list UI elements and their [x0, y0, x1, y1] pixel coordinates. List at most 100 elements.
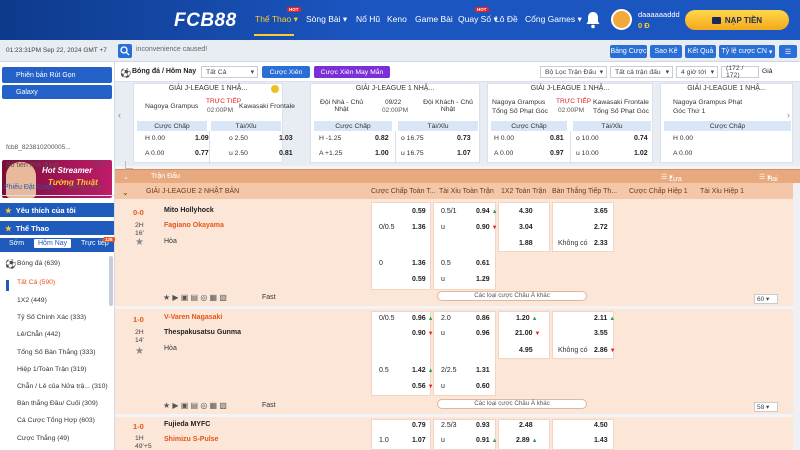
- odds-cell[interactable]: 1.36: [412, 260, 426, 267]
- results-button[interactable]: Kết Quả: [685, 45, 716, 58]
- menu-icon[interactable]: ☰: [779, 45, 797, 58]
- lucky-parlay-button[interactable]: Cược Xiên May Mắn: [314, 66, 390, 78]
- odds-cell[interactable]: 3.04: [519, 224, 533, 231]
- odds-cell[interactable]: 2.72: [594, 224, 608, 231]
- collapse-corner-icon[interactable]: [125, 161, 133, 169]
- star-icon[interactable]: ★: [135, 237, 144, 248]
- odds-cell[interactable]: 0.94 ▲: [476, 208, 498, 215]
- nav-card-games[interactable]: Game Bài: [415, 14, 453, 24]
- odds-cell[interactable]: 0.96: [476, 330, 490, 337]
- search-button[interactable]: [118, 44, 132, 58]
- more-markets-button[interactable]: Các loại cược Châu Á khác: [437, 291, 587, 301]
- main-scrollbar[interactable]: [793, 183, 800, 450]
- odds-cell[interactable]: 0.91 ▲: [476, 437, 498, 444]
- odds-cell[interactable]: 21.00 ▼: [515, 330, 540, 337]
- odds-type-select[interactable]: Tỷ lệ cược CN ▾: [719, 45, 775, 58]
- odds-cell[interactable]: 0.93: [476, 422, 490, 429]
- featured-card[interactable]: GIẢI J-LEAGUE 1 NHẬ... Nagoya Grampus Tổ…: [487, 83, 653, 164]
- nav-casino[interactable]: Sòng Bài ▾: [306, 14, 347, 25]
- odds-cell[interactable]: 1.31: [476, 367, 490, 374]
- menu-item-1x2[interactable]: 1X2 (449): [17, 297, 47, 304]
- time-select[interactable]: 4 giờ tới ▾: [676, 66, 718, 78]
- menu-item-outright[interactable]: Cược Thắng (49): [17, 435, 69, 442]
- featured-card[interactable]: GIẢI J-LEAGUE 1 NHẬ... Đội Nhà - Chủ Nhậ…: [310, 83, 480, 164]
- featured-card[interactable]: GIẢI J-LEAGUE 1 NHẬ... Nagoya Grampus Ph…: [660, 83, 793, 163]
- sports-header[interactable]: ★ Thể Thao: [0, 221, 114, 235]
- nav-game-portal[interactable]: Cổng Games ▾: [525, 14, 582, 25]
- menu-item-soccer[interactable]: Bóng đá (639): [17, 260, 60, 267]
- odds-cell[interactable]: 2.11 ▲: [594, 315, 615, 322]
- odds-cell[interactable]: 2.89 ▲: [516, 437, 538, 444]
- nav-lo-de[interactable]: Lô Đề: [495, 14, 518, 24]
- streaming-icon[interactable]: [271, 85, 279, 93]
- menu-item-ht-ft[interactable]: Hiệp 1/Toàn Trận (319): [17, 366, 87, 373]
- odds-cell[interactable]: 0.90 ▼: [412, 330, 434, 337]
- league-filter-select[interactable]: Bộ Lọc Trận Đấu ▾: [540, 66, 607, 78]
- odds-cell[interactable]: 0.61: [476, 260, 490, 267]
- sort-select[interactable]: ☰ Lựa chọn bình thường ▾: [661, 173, 692, 204]
- odds-cell[interactable]: 0.90 ▼: [476, 224, 498, 231]
- nav-lottery[interactable]: Quay Số ▾: [458, 14, 498, 25]
- bet-list-button[interactable]: Bảng Cược: [610, 45, 647, 58]
- tab-bet-slip[interactable]: Phiếu Đặt Cược: [4, 184, 55, 191]
- market-count-select[interactable]: 58 ▾: [754, 402, 778, 412]
- market-count-select[interactable]: 60 ▾: [754, 294, 778, 304]
- more-markets-button[interactable]: Các loại cược Châu Á khác: [437, 399, 587, 409]
- fast-bet-link[interactable]: Fast: [262, 294, 276, 301]
- odds-cell[interactable]: 2.33: [594, 240, 608, 247]
- odds-cell[interactable]: 1.43: [594, 437, 608, 444]
- deposit-button[interactable]: NẠP TIỀN: [685, 10, 789, 30]
- odds-cell[interactable]: 3.65: [594, 208, 608, 215]
- nav-sports[interactable]: Thể Thao ▾: [255, 14, 298, 25]
- sidebar-scrollbar[interactable]: [109, 256, 113, 306]
- odds-cell[interactable]: 1.29: [476, 276, 490, 283]
- odds-cell[interactable]: 3.55: [594, 330, 608, 337]
- parlay-button[interactable]: Cược Xiên: [262, 66, 310, 78]
- menu-item-correct-score[interactable]: Tỷ Số Chính Xác (333): [17, 314, 86, 321]
- nav-keno[interactable]: Keno: [387, 14, 407, 24]
- logo[interactable]: FCB88: [174, 10, 237, 32]
- star-icon[interactable]: ★: [135, 346, 144, 357]
- fast-bet-link[interactable]: Fast: [262, 402, 276, 409]
- nav-slots[interactable]: Nổ Hũ: [356, 14, 380, 24]
- collapse-league-icon[interactable]: ⌄: [122, 188, 129, 197]
- menu-item-all[interactable]: Tất Cả (590): [17, 279, 55, 286]
- favourites-header[interactable]: ★ Yêu thích của tôi: [0, 203, 114, 217]
- tab-early[interactable]: Sớm: [5, 239, 28, 248]
- odds-cell[interactable]: 0.79: [412, 422, 426, 429]
- odds-cell[interactable]: 0.86: [476, 315, 490, 322]
- odds-cell[interactable]: 2.48: [519, 422, 533, 429]
- odds-cell[interactable]: 1.07: [412, 437, 426, 444]
- odds-cell[interactable]: 1.20 ▲: [516, 315, 538, 322]
- menu-item-first-last-goal[interactable]: Bàn thắng Đầu/ Cuối (309): [17, 400, 98, 407]
- collapse-icon[interactable]: ⌄: [123, 173, 129, 181]
- market-filter-select[interactable]: Tất Cả ▾: [201, 66, 258, 78]
- odds-cell[interactable]: 2.86 ▼: [594, 347, 616, 354]
- next-arrow-icon[interactable]: ›: [787, 110, 790, 120]
- avatar[interactable]: [611, 9, 632, 30]
- odds-cell[interactable]: 0.60: [476, 383, 490, 390]
- tab-today[interactable]: Hôm Nay: [34, 239, 72, 248]
- odds-cell[interactable]: 1.88: [519, 240, 533, 247]
- prev-arrow-icon[interactable]: ‹: [118, 110, 121, 120]
- menu-item-half-odd-even[interactable]: Chẵn / Lẻ của Nửa trậ... (310): [17, 383, 108, 390]
- odds-cell[interactable]: 1.42 ▲: [412, 367, 434, 374]
- odds-cell[interactable]: 4.50: [594, 422, 608, 429]
- tab-bet-list[interactable]: Bảng Cược: [68, 184, 104, 191]
- menu-item-odd-even[interactable]: Lẻ/Chẵn (442): [17, 331, 60, 338]
- match-tools-icons[interactable]: ★ ▶ ▣ ▤ ◎ ▦ ▧: [163, 293, 227, 302]
- galaxy-banner[interactable]: Galaxy: [2, 85, 112, 99]
- odds-cell[interactable]: 0.59: [412, 208, 426, 215]
- statement-button[interactable]: Sao Kê: [650, 45, 682, 58]
- compact-version-banner[interactable]: Phiên bản Rút Gọn: [2, 67, 112, 83]
- menu-item-mix-parlay[interactable]: Cá Cược Tổng Hợp (603): [17, 417, 95, 424]
- odds-cell[interactable]: 0.56 ▼: [412, 383, 434, 390]
- bet-amount-field[interactable]: Số tiền khả dụng: [6, 162, 59, 169]
- odds-cell[interactable]: 4.95: [519, 347, 533, 354]
- odds-cell[interactable]: 0.59: [412, 276, 426, 283]
- all-matches-select[interactable]: Tất cả trận đấu ▾: [610, 66, 673, 78]
- view-select[interactable]: ☰ Hai Dòng ▾: [759, 173, 784, 190]
- odds-cell[interactable]: 1.36: [412, 224, 426, 231]
- bell-icon[interactable]: [584, 9, 602, 31]
- match-tools-icons[interactable]: ★ ▶ ▣ ▤ ◎ ▦ ▧: [163, 401, 227, 410]
